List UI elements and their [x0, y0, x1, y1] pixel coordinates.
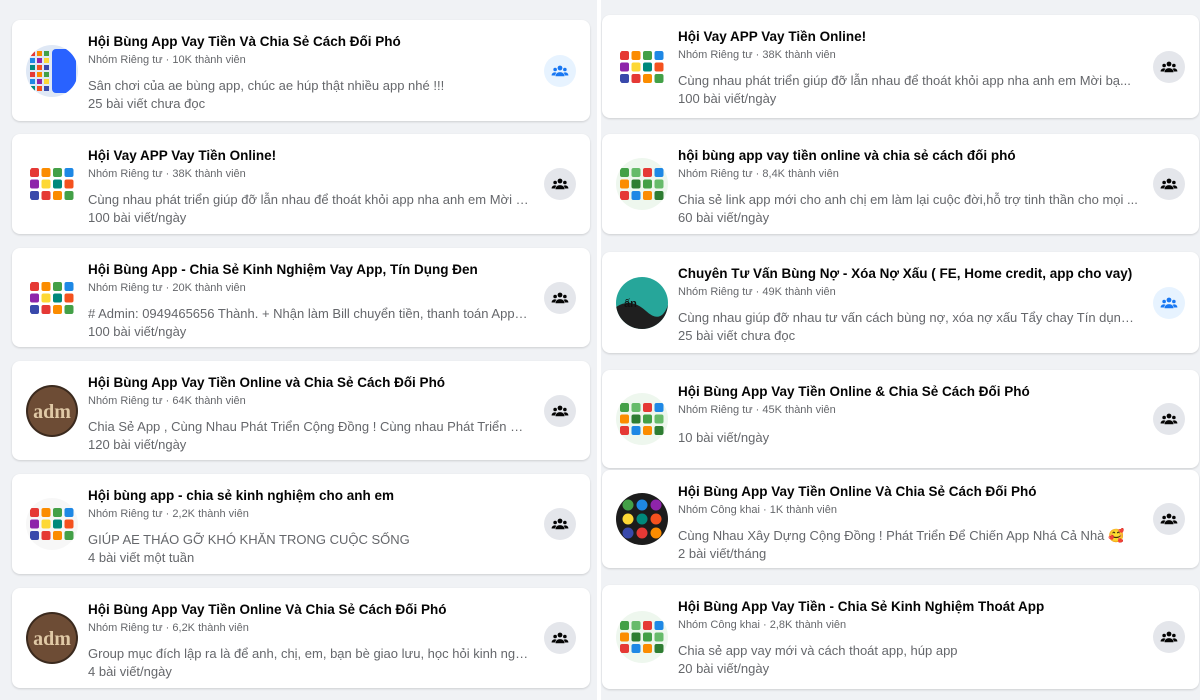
group-avatar[interactable]	[616, 41, 668, 93]
group-people-icon[interactable]	[544, 622, 576, 654]
group-people-icon[interactable]	[1153, 503, 1185, 535]
group-description: # Admin: 0949465656 Thành. + Nhận làm Bi…	[88, 306, 530, 321]
group-card[interactable]: Hội Bùng App Vay Tiền Và Chia Sẻ Cách Đố…	[12, 20, 590, 121]
group-description: Group mục đích lập ra là để anh, chị, em…	[88, 646, 530, 661]
group-people-icon[interactable]	[544, 508, 576, 540]
group-meta: Nhóm Riêng tư · 64K thành viên	[88, 395, 246, 407]
group-avatar[interactable]	[616, 493, 668, 545]
group-card[interactable]: Hội Bùng App Vay Tiền Online Và Chia Sẻ …	[602, 470, 1199, 568]
group-card[interactable]: Hội Bùng App - Chia Sẻ Kinh Nghiệm Vay A…	[12, 248, 590, 347]
group-title[interactable]: Hội Bùng App - Chia Sẻ Kinh Nghiệm Vay A…	[88, 262, 530, 277]
group-activity: 100 bài viết/ngày	[678, 91, 777, 106]
svg-text:adm: adm	[33, 401, 71, 423]
group-people-icon[interactable]	[544, 55, 576, 87]
group-description: Chia Sẻ App , Cùng Nhau Phát Triển Cộng …	[88, 419, 530, 434]
group-meta: Nhóm Công khai · 1K thành viên	[678, 504, 837, 516]
group-activity: 4 bài viết/ngày	[88, 664, 172, 679]
group-people-icon[interactable]	[1153, 51, 1185, 83]
group-description: Cùng Nhau Xây Dựng Cộng Đồng ! Phát Triể…	[678, 528, 1125, 543]
group-avatar[interactable]	[616, 158, 668, 210]
group-title[interactable]: Hội Vay APP Vay Tiền Online!	[678, 29, 1139, 44]
group-meta: Nhóm Riêng tư · 49K thành viên	[678, 286, 836, 298]
group-meta: Nhóm Riêng tư · 45K thành viên	[678, 404, 836, 416]
group-description: Cùng nhau giúp đỡ nhau tư vấn cách bùng …	[678, 310, 1139, 325]
group-card[interactable]: Hội bùng app - chia sẻ kinh nghiệm cho a…	[12, 474, 590, 574]
group-activity: 2 bài viết/tháng	[678, 546, 767, 561]
svg-text:adm: adm	[33, 628, 71, 650]
column-divider	[597, 0, 601, 700]
group-card[interactable]: hội bùng app vay tiền online và chia sẻ …	[602, 134, 1199, 234]
group-title[interactable]: Hội Bùng App Vay Tiền - Chia Sẻ Kinh Ngh…	[678, 599, 1139, 614]
group-people-icon[interactable]	[1153, 621, 1185, 653]
group-card[interactable]: adm Hội Bùng App Vay Tiền Online Và Chia …	[12, 588, 590, 688]
group-title[interactable]: Hội Bùng App Vay Tiền Online Và Chia Sẻ …	[678, 484, 1139, 499]
group-meta: Nhóm Riêng tư · 6,2K thành viên	[88, 622, 249, 634]
group-title[interactable]: Hội Vay APP Vay Tiền Online!	[88, 148, 530, 163]
group-title[interactable]: Hội bùng app - chia sẻ kinh nghiệm cho a…	[88, 488, 530, 503]
group-avatar[interactable]: adm	[26, 385, 78, 437]
group-avatar[interactable]	[26, 45, 78, 97]
group-card[interactable]: Hội Vay APP Vay Tiền Online! Nhóm Riêng t…	[602, 15, 1199, 118]
group-meta: Nhóm Riêng tư · 38K thành viên	[678, 49, 836, 61]
group-title[interactable]: Hội Bùng App Vay Tiền Online & Chia Sẻ C…	[678, 384, 1139, 399]
group-card[interactable]: Hội Bùng App Vay Tiền - Chia Sẻ Kinh Ngh…	[602, 585, 1199, 689]
group-activity: 4 bài viết một tuần	[88, 550, 195, 565]
svg-text:ấn: ấn	[624, 298, 637, 310]
group-people-icon[interactable]	[544, 282, 576, 314]
group-people-icon[interactable]	[1153, 168, 1185, 200]
group-meta: Nhóm Riêng tư · 38K thành viên	[88, 168, 246, 180]
group-card[interactable]: adm Hội Bùng App Vay Tiền Online và Chia …	[12, 361, 590, 460]
group-activity: 60 bài viết/ngày	[678, 210, 770, 225]
group-activity: 100 bài viết/ngày	[88, 210, 187, 225]
group-description: GIÚP AE THÁO GỠ KHÓ KHĂN TRONG CUỘC SỐNG	[88, 532, 410, 547]
group-activity: 20 bài viết/ngày	[678, 661, 770, 676]
group-people-icon[interactable]	[1153, 287, 1185, 319]
group-title[interactable]: Hội Bùng App Vay Tiền Online Và Chia Sẻ …	[88, 602, 530, 617]
group-meta: Nhóm Riêng tư · 20K thành viên	[88, 282, 246, 294]
group-meta: Nhóm Riêng tư · 8,4K thành viên	[678, 168, 839, 180]
group-avatar[interactable]	[26, 158, 78, 210]
group-activity: 25 bài viết chưa đọc	[678, 328, 796, 343]
group-card[interactable]: ấn Chuyên Tư Vấn Bùng Nợ - Xóa Nợ Xấu ( F…	[602, 252, 1199, 353]
group-activity: 10 bài viết/ngày	[678, 430, 770, 445]
group-meta: Nhóm Riêng tư · 2,2K thành viên	[88, 508, 249, 520]
group-description: Chia sẻ link app mới cho anh chị em làm …	[678, 192, 1138, 207]
group-avatar[interactable]	[616, 611, 668, 663]
group-title[interactable]: Hội Bùng App Vay Tiền Và Chia Sẻ Cách Đố…	[88, 34, 530, 49]
group-people-icon[interactable]	[544, 168, 576, 200]
group-card[interactable]: Hội Bùng App Vay Tiền Online & Chia Sẻ C…	[602, 370, 1199, 468]
group-title[interactable]: Chuyên Tư Vấn Bùng Nợ - Xóa Nợ Xấu ( FE,…	[678, 266, 1139, 281]
group-card[interactable]: Hội Vay APP Vay Tiền Online! Nhóm Riêng t…	[12, 134, 590, 234]
group-title[interactable]: Hội Bùng App Vay Tiền Online và Chia Sẻ …	[88, 375, 530, 390]
group-avatar[interactable]: adm	[26, 612, 78, 664]
group-avatar[interactable]	[26, 498, 78, 550]
group-description: Chia sẻ app vay mới và cách thoát app, h…	[678, 643, 958, 658]
group-people-icon[interactable]	[1153, 403, 1185, 435]
group-description: Cùng nhau phát triển giúp đỡ lẫn nhau để…	[678, 73, 1131, 88]
group-title[interactable]: hội bùng app vay tiền online và chia sẻ …	[678, 148, 1139, 163]
group-people-icon[interactable]	[544, 395, 576, 427]
group-description: Sân chơi của ae bùng app, chúc ae húp th…	[88, 78, 445, 93]
group-avatar[interactable]	[616, 393, 668, 445]
group-avatar[interactable]	[26, 272, 78, 324]
group-activity: 120 bài viết/ngày	[88, 437, 187, 452]
group-meta: Nhóm Riêng tư · 10K thành viên	[88, 54, 246, 66]
group-activity: 100 bài viết/ngày	[88, 324, 187, 339]
group-description: Cùng nhau phát triển giúp đỡ lẫn nhau để…	[88, 192, 530, 207]
group-meta: Nhóm Công khai · 2,8K thành viên	[678, 619, 847, 631]
group-activity: 25 bài viết chưa đọc	[88, 96, 206, 111]
group-avatar[interactable]: ấn	[616, 277, 668, 329]
